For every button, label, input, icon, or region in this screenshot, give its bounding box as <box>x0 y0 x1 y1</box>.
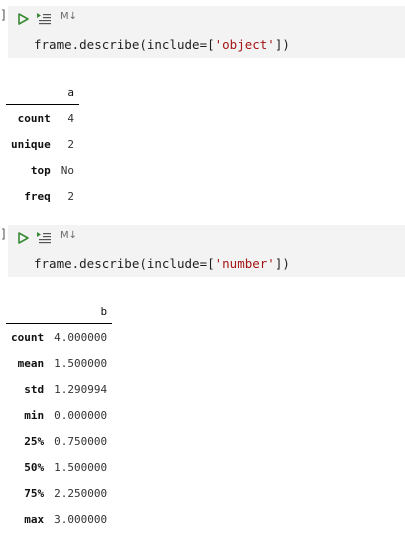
cell-bracket: ] <box>0 227 8 241</box>
execute-above-icon[interactable] <box>36 231 52 245</box>
row-value: 0.750000 <box>54 434 108 448</box>
table-row: top No <box>6 157 79 183</box>
row-label: unique <box>11 137 51 151</box>
row-label: 25% <box>24 434 45 448</box>
column-header: b <box>49 299 113 324</box>
row-label: 50% <box>24 460 45 474</box>
index-header <box>6 80 56 105</box>
play-icon[interactable] <box>16 231 30 245</box>
output-table-number: b count 4.000000 mean 1.500000 std 1.290994… <box>6 299 113 532</box>
table-row: freq 2 <box>6 183 79 209</box>
code-prefix: frame.describe(include=[ <box>34 256 215 271</box>
code-prefix: frame.describe(include=[ <box>34 37 215 52</box>
cell-toolbar: M↓ <box>8 6 405 32</box>
table-header-row: b <box>6 299 113 324</box>
row-label: count <box>17 111 51 125</box>
play-icon[interactable] <box>16 12 30 26</box>
table-row: std 1.290994 <box>6 376 112 402</box>
row-value: 3.000000 <box>54 512 108 526</box>
row-value: 0.000000 <box>54 408 108 422</box>
row-value: 4 <box>67 111 74 125</box>
code-suffix: ]) <box>274 256 290 271</box>
table-header-row: a <box>6 80 79 105</box>
code-string: 'object' <box>214 37 275 52</box>
table-row: min 0.000000 <box>6 402 112 428</box>
table-row: unique 2 <box>6 131 79 157</box>
code-line: frame.describe(include=['object']) <box>34 37 290 52</box>
column-header: a <box>55 80 79 105</box>
row-value: 2.250000 <box>54 486 108 500</box>
row-value: 1.500000 <box>54 356 108 370</box>
row-value: 2 <box>67 189 74 203</box>
row-label: std <box>24 382 45 396</box>
code-editor[interactable]: frame.describe(include=['object']) <box>8 32 405 58</box>
execute-above-icon[interactable] <box>36 12 52 26</box>
table-row: count 4.000000 <box>6 324 112 351</box>
cell-bracket: ] <box>0 8 8 22</box>
row-value: No <box>60 163 74 177</box>
code-line: frame.describe(include=['number']) <box>34 256 290 271</box>
row-value: 1.500000 <box>54 460 108 474</box>
index-header <box>6 299 50 324</box>
row-label: count <box>11 330 45 344</box>
row-label: min <box>24 408 45 422</box>
markdown-toggle[interactable]: M↓ <box>60 230 77 241</box>
markdown-toggle[interactable]: M↓ <box>60 11 77 22</box>
table-row: 25% 0.750000 <box>6 428 112 454</box>
row-label: top <box>30 163 51 177</box>
row-label: 75% <box>24 486 45 500</box>
row-value: 1.290994 <box>54 382 108 396</box>
row-value: 4.000000 <box>54 330 108 344</box>
table-row: count 4 <box>6 105 79 132</box>
row-label: freq <box>24 189 51 203</box>
code-suffix: ]) <box>274 37 290 52</box>
table-row: mean 1.500000 <box>6 350 112 376</box>
code-editor[interactable]: frame.describe(include=['number']) <box>8 251 405 277</box>
row-label: max <box>24 512 45 526</box>
row-label: mean <box>17 356 45 370</box>
output-table-object: a count 4 unique 2 top No freq 2 <box>6 80 79 209</box>
cell-toolbar: M↓ <box>8 225 405 251</box>
table-row: 50% 1.500000 <box>6 454 112 480</box>
code-string: 'number' <box>214 256 275 271</box>
table-row: 75% 2.250000 <box>6 480 112 506</box>
table-row: max 3.000000 <box>6 506 112 532</box>
row-value: 2 <box>67 137 74 151</box>
